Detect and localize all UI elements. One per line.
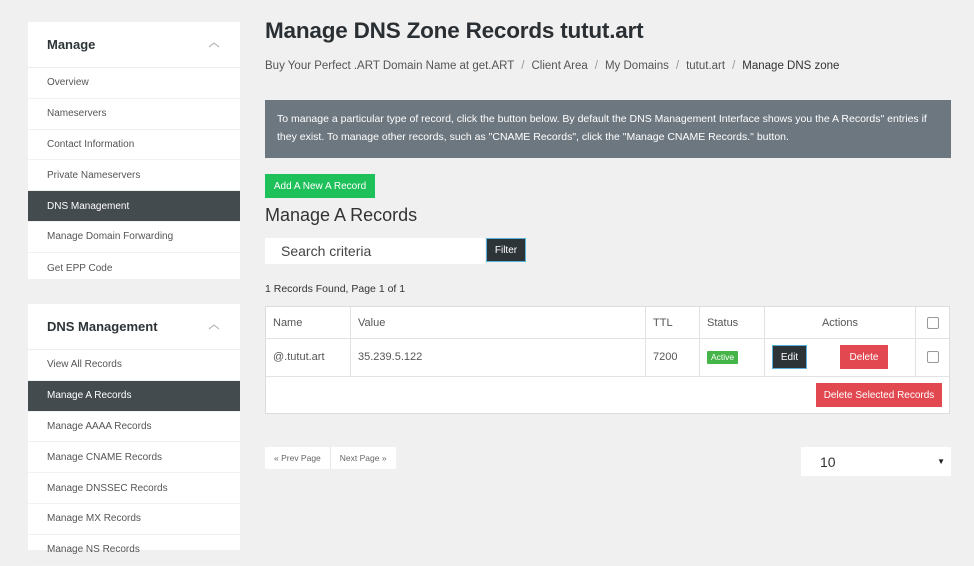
breadcrumb-current: Manage DNS zone bbox=[742, 60, 840, 72]
sidebar-item-manage-dnssec-records[interactable]: Manage DNSSEC Records bbox=[28, 473, 240, 504]
breadcrumb-separator: / bbox=[521, 60, 525, 72]
caret-down-icon: ▼ bbox=[937, 457, 945, 466]
chevron-up-icon[interactable] bbox=[206, 40, 222, 50]
records-table: Name Value TTL Status Actions @.tutut.ar… bbox=[265, 306, 950, 414]
sidebar-item-epp-code[interactable]: Get EPP Code bbox=[28, 253, 240, 284]
table-row: @.tutut.art 35.239.5.122 7200 Active Edi… bbox=[266, 338, 949, 377]
column-header-status: Status bbox=[700, 307, 765, 338]
prev-page-button[interactable]: « Prev Page bbox=[265, 447, 330, 469]
breadcrumb-domain-link[interactable]: tutut.art bbox=[686, 60, 725, 72]
info-alert: To manage a particular type of record, c… bbox=[265, 100, 951, 158]
column-header-value: Value bbox=[351, 307, 646, 338]
sidebar-item-domain-forwarding[interactable]: Manage Domain Forwarding bbox=[28, 222, 240, 253]
row-select-cell bbox=[916, 338, 949, 376]
add-a-record-button[interactable]: Add A New A Record bbox=[265, 174, 375, 198]
sidebar-item-nameservers[interactable]: Nameservers bbox=[28, 99, 240, 130]
table-header-row: Name Value TTL Status Actions bbox=[266, 307, 949, 339]
column-header-actions: Actions bbox=[765, 307, 916, 338]
select-all-checkbox[interactable] bbox=[926, 316, 939, 329]
sidebar-item-manage-mx-records[interactable]: Manage MX Records bbox=[28, 504, 240, 535]
per-page-value: 10 bbox=[820, 453, 836, 470]
sidebar-item-manage-a-records[interactable]: Manage A Records bbox=[28, 380, 240, 412]
search-input[interactable] bbox=[265, 238, 485, 264]
row-select-checkbox[interactable] bbox=[926, 351, 939, 363]
sidebar-item-manage-aaaa-records[interactable]: Manage AAAA Records bbox=[28, 412, 240, 443]
per-page-select[interactable]: 10 ▼ bbox=[801, 447, 951, 476]
pagination: « Prev Page Next Page » bbox=[265, 447, 396, 469]
sidebar-dns-header[interactable]: DNS Management bbox=[28, 304, 240, 350]
sidebar-item-overview[interactable]: Overview bbox=[28, 68, 240, 99]
sidebar-item-manage-cname-records[interactable]: Manage CNAME Records bbox=[28, 442, 240, 474]
record-value: 35.239.5.122 bbox=[351, 338, 646, 376]
sidebar-item-manage-ns-records[interactable]: Manage NS Records bbox=[28, 535, 240, 566]
status-badge: Active bbox=[707, 350, 739, 364]
breadcrumb-separator: / bbox=[594, 60, 598, 72]
sidebar-item-dns-management[interactable]: DNS Management bbox=[28, 191, 240, 222]
sidebar-item-contact-information[interactable]: Contact Information bbox=[28, 130, 240, 161]
sidebar-manage-panel: Manage Overview Nameservers Contact Info… bbox=[28, 22, 240, 279]
record-actions: Edit Delete bbox=[765, 338, 916, 376]
breadcrumb-separator: / bbox=[732, 60, 736, 72]
next-page-button[interactable]: Next Page » bbox=[329, 447, 396, 469]
column-header-ttl: TTL bbox=[646, 307, 700, 338]
filter-button[interactable]: Filter bbox=[486, 238, 526, 262]
breadcrumb-separator: / bbox=[675, 60, 680, 72]
breadcrumb-home-link[interactable]: Buy Your Perfect .ART Domain Name at get… bbox=[265, 60, 514, 72]
sidebar-item-view-all-records[interactable]: View All Records bbox=[28, 350, 240, 381]
delete-selected-button[interactable]: Delete Selected Records bbox=[816, 383, 942, 407]
breadcrumb-client-area-link[interactable]: Client Area bbox=[532, 60, 588, 72]
breadcrumb-my-domains-link[interactable]: My Domains bbox=[605, 60, 669, 72]
sidebar-item-private-nameservers[interactable]: Private Nameservers bbox=[28, 160, 240, 192]
records-found-text: 1 Records Found, Page 1 of 1 bbox=[265, 283, 406, 295]
sidebar-manage-title: Manage bbox=[47, 37, 96, 52]
edit-button[interactable]: Edit bbox=[772, 345, 807, 369]
record-ttl: 7200 bbox=[646, 338, 700, 376]
page-title: Manage DNS Zone Records tutut.art bbox=[265, 18, 644, 43]
delete-button[interactable]: Delete bbox=[840, 345, 888, 369]
sidebar-dns-panel: DNS Management View All Records Manage A… bbox=[28, 304, 240, 566]
breadcrumb: Buy Your Perfect .ART Domain Name at get… bbox=[265, 60, 839, 72]
record-name: @.tutut.art bbox=[266, 338, 351, 376]
chevron-up-icon[interactable] bbox=[206, 322, 222, 332]
record-status-cell: Active bbox=[700, 338, 765, 376]
sidebar-manage-header[interactable]: Manage bbox=[28, 22, 240, 68]
column-header-name: Name bbox=[266, 307, 351, 338]
select-all-cell bbox=[916, 307, 949, 338]
sidebar-dns-title: DNS Management bbox=[47, 319, 158, 334]
section-title: Manage A Records bbox=[265, 205, 418, 225]
